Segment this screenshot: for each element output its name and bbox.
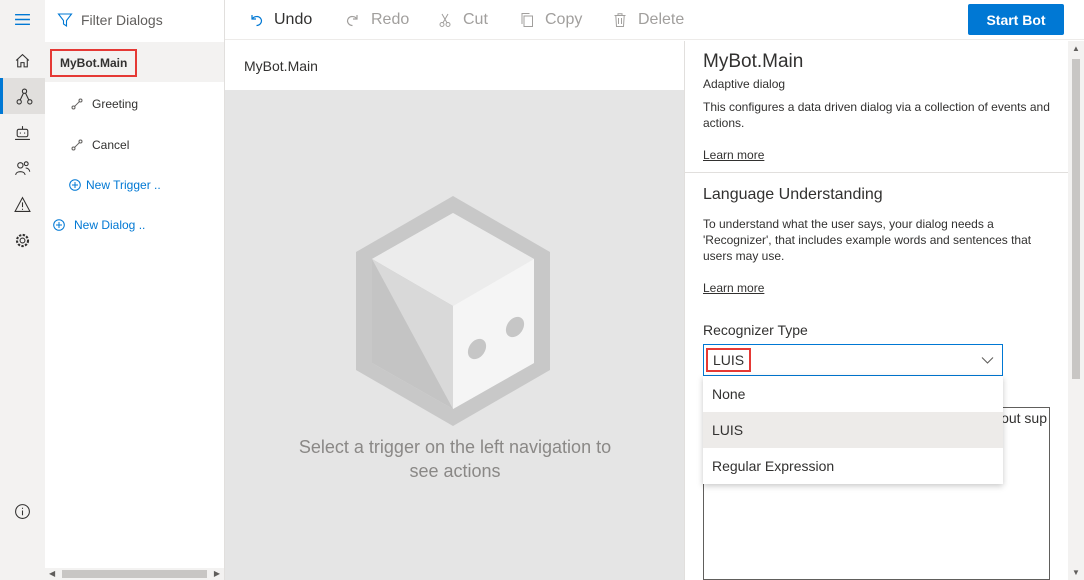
option-none[interactable]: None <box>703 376 1003 412</box>
redo-label: Redo <box>371 11 410 28</box>
info-icon <box>15 503 30 519</box>
dialog-description: This configures a data driven dialog via… <box>703 100 1050 130</box>
bot-responses-icon <box>15 125 30 140</box>
tree-horizontal-scrollbar[interactable]: ◀ ▶ <box>45 568 224 580</box>
copy-label: Copy <box>545 11 583 28</box>
option-regular-expression[interactable]: Regular Expression <box>703 448 1003 484</box>
design-flow-icon <box>16 88 32 104</box>
scroll-right-icon[interactable]: ▶ <box>214 569 220 578</box>
recognizer-type-value: LUIS <box>706 348 752 372</box>
recognizer-options-list: None LUIS Regular Expression <box>703 376 1003 484</box>
cut-label: Cut <box>463 11 488 28</box>
trigger-label: Cancel <box>92 138 130 152</box>
recognizer-type-dropdown[interactable]: LUIS <box>703 344 1003 376</box>
dialog-tree-pane: Filter Dialogs MyBot.Main Greeting Cance… <box>45 0 225 580</box>
nav-notifications-button[interactable] <box>0 186 45 222</box>
scissors-icon <box>439 13 451 27</box>
scroll-left-icon[interactable]: ◀ <box>49 569 55 578</box>
root-dialog-label: MyBot.Main <box>50 49 138 77</box>
redo-icon <box>346 15 358 27</box>
empty-cube-icon <box>356 196 550 426</box>
warning-icon <box>14 195 31 212</box>
filter-icon <box>57 13 73 28</box>
trigger-label: Greeting <box>92 97 139 111</box>
section-divider <box>685 172 1068 173</box>
hamburger-icon <box>15 13 30 25</box>
undo-button[interactable]: Undo <box>248 0 312 40</box>
learn-more-link[interactable]: Learn more <box>703 148 764 162</box>
properties-vertical-scrollbar[interactable]: ▲ ▼ <box>1068 41 1084 580</box>
trash-icon <box>614 13 626 27</box>
new-dialog-label: New Dialog .. <box>74 218 146 232</box>
filter-dialogs-label: Filter Dialogs <box>81 12 163 28</box>
scrollbar-thumb[interactable] <box>62 570 207 578</box>
recognizer-type-label: Recognizer Type <box>703 322 808 338</box>
undo-label: Undo <box>274 11 313 28</box>
empty-canvas-message: Select a trigger on the left navigation … <box>298 437 612 481</box>
nav-settings-button[interactable] <box>0 222 45 258</box>
scroll-down-icon[interactable]: ▼ <box>1072 568 1080 577</box>
nav-info-button[interactable] <box>0 493 45 529</box>
option-luis[interactable]: LUIS <box>703 412 1003 448</box>
tree-item-root-dialog[interactable]: MyBot.Main <box>45 42 224 82</box>
delete-label: Delete <box>638 11 685 28</box>
dialog-title: MyBot.Main <box>703 51 804 72</box>
delete-button[interactable]: Delete <box>612 0 684 40</box>
filter-dialogs-input[interactable]: Filter Dialogs <box>45 0 224 40</box>
nav-rail <box>0 0 45 580</box>
copy-icon <box>521 13 533 27</box>
copy-button[interactable]: Copy <box>519 0 582 40</box>
gear-icon <box>15 233 30 247</box>
add-circle-icon <box>53 219 65 231</box>
properties-pane: MyBot.Main Adaptive dialog This configur… <box>684 41 1084 580</box>
language-understanding-heading: Language Understanding <box>703 186 883 203</box>
nav-user-input-button[interactable] <box>0 150 45 186</box>
nav-home-button[interactable] <box>0 42 45 78</box>
add-circle-icon <box>69 179 81 191</box>
tree-item-trigger-greeting[interactable]: Greeting <box>71 94 138 114</box>
canvas-header: MyBot.Main <box>225 41 684 90</box>
home-icon <box>15 53 30 67</box>
user-input-icon <box>15 160 31 175</box>
language-understanding-description: To understand what the user says, your d… <box>703 217 1032 263</box>
tree-item-trigger-cancel[interactable]: Cancel <box>71 135 129 155</box>
dialog-subtitle: Adaptive dialog <box>703 77 786 91</box>
new-dialog-link[interactable]: New Dialog .. <box>53 215 145 235</box>
trigger-icon <box>71 98 83 110</box>
new-trigger-link[interactable]: New Trigger .. <box>69 175 161 195</box>
lu-learn-more-link[interactable]: Learn more <box>703 281 764 295</box>
trigger-icon <box>71 139 83 151</box>
toolbar: Undo Redo Cut Copy Delete Start Bot <box>225 0 1084 40</box>
start-bot-button[interactable]: Start Bot <box>968 4 1064 35</box>
partial-field-text: out sup <box>1001 410 1047 426</box>
nav-bot-responses-button[interactable] <box>0 114 45 150</box>
scrollbar-thumb[interactable] <box>1072 59 1080 379</box>
undo-icon <box>251 15 263 27</box>
scroll-up-icon[interactable]: ▲ <box>1072 44 1080 53</box>
chevron-down-icon <box>981 357 994 364</box>
nav-design-flow-button[interactable] <box>0 78 45 114</box>
visual-editor-canvas[interactable]: MyBot.Main Select a trigger on the left … <box>225 41 684 580</box>
new-trigger-label: New Trigger .. <box>86 178 161 192</box>
cut-button[interactable]: Cut <box>437 0 488 40</box>
redo-button[interactable]: Redo <box>345 0 409 40</box>
hamburger-menu-button[interactable] <box>0 1 45 37</box>
